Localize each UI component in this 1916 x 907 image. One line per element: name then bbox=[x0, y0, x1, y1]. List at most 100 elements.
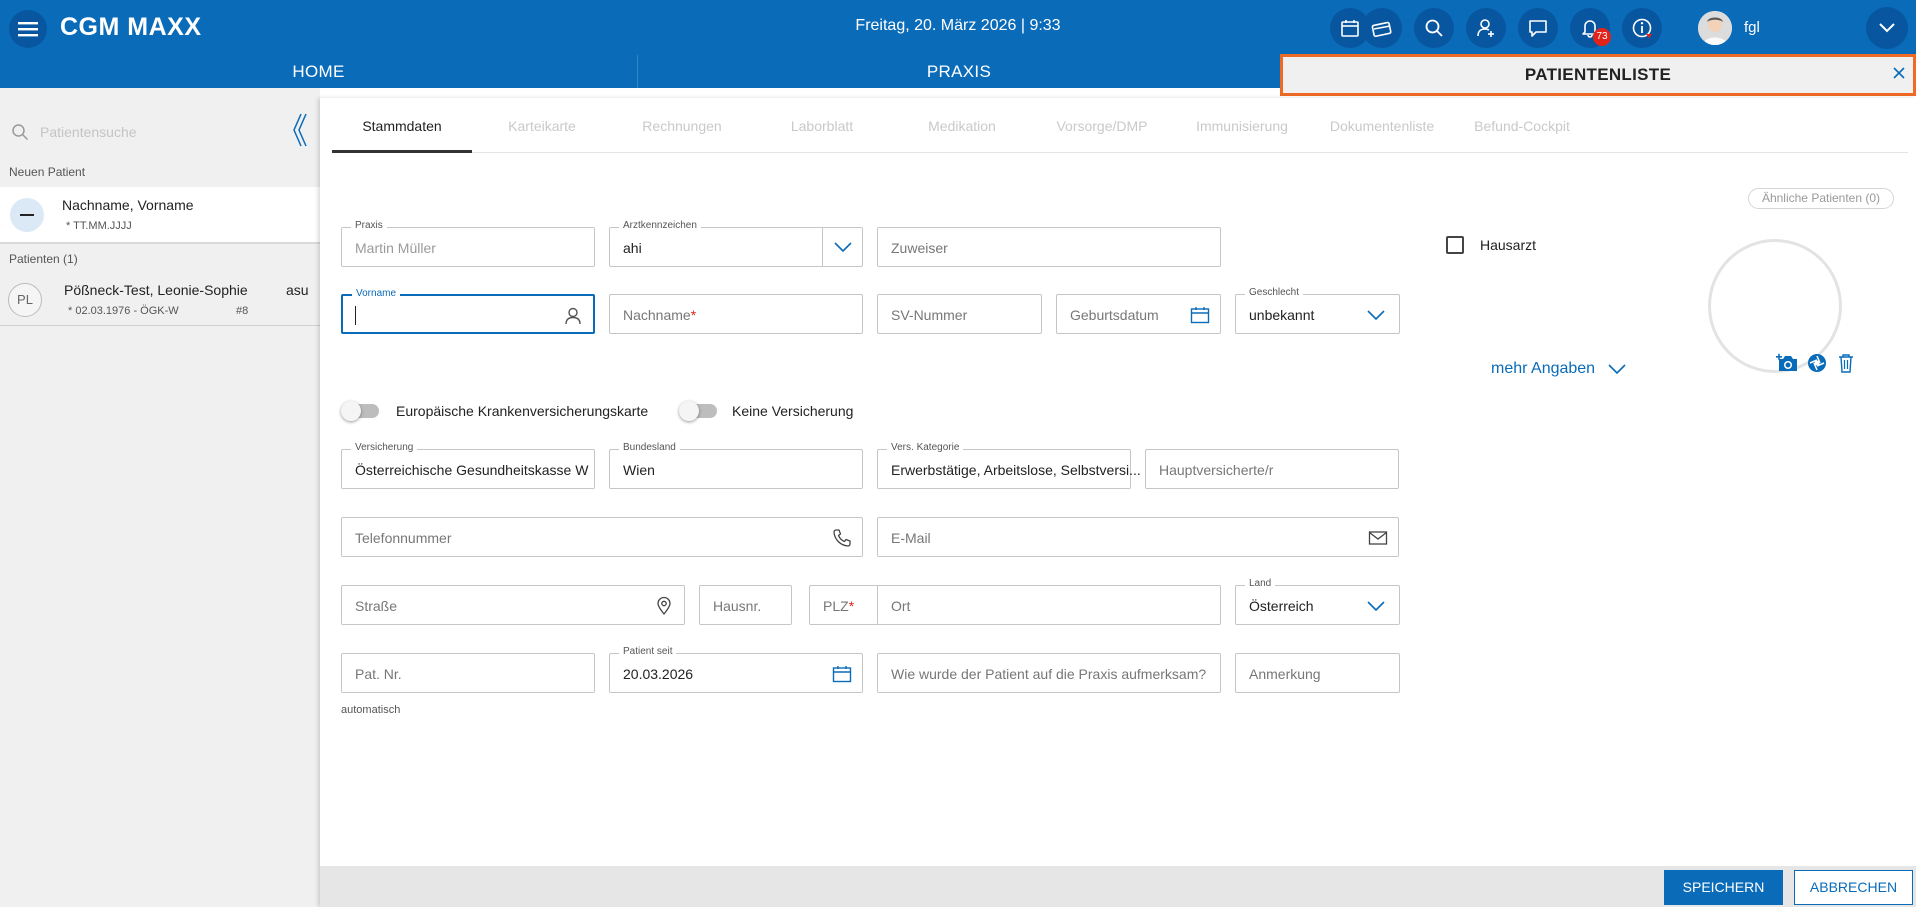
geburtsdatum-field[interactable]: Geburtsdatum bbox=[1056, 294, 1221, 334]
add-user-icon bbox=[1477, 19, 1494, 37]
search-icon bbox=[1425, 19, 1443, 37]
hausarzt-checkbox[interactable] bbox=[1446, 236, 1464, 254]
app-logo: CGM MAXX bbox=[60, 13, 202, 41]
similar-patients-button[interactable]: Ähnliche Patienten (0) bbox=[1748, 188, 1894, 209]
patient-list-item[interactable]: PL Pößneck-Test, Leonie-Sophie * 02.03.1… bbox=[0, 274, 320, 326]
patient-initials-avatar: PL bbox=[8, 283, 42, 317]
patient-seit-field[interactable]: Patient seit 20.03.2026 bbox=[609, 646, 863, 693]
strasse-placeholder: Straße bbox=[355, 598, 398, 614]
user-avatar[interactable] bbox=[1698, 11, 1732, 45]
tab-vorsorge-dmp[interactable]: Vorsorge/DMP bbox=[1032, 118, 1172, 134]
zuweiser-field[interactable]: Zuweiser bbox=[877, 227, 1221, 267]
ort-placeholder: Ort bbox=[891, 598, 911, 614]
tab-rechnungen[interactable]: Rechnungen bbox=[612, 118, 752, 134]
card-reader-button[interactable] bbox=[1362, 8, 1402, 48]
anmerkung-field[interactable]: Anmerkung bbox=[1235, 653, 1400, 693]
chevron-down-icon[interactable] bbox=[1367, 310, 1385, 320]
cancel-button[interactable]: ABBRECHEN bbox=[1794, 870, 1913, 905]
new-patient-item[interactable]: Nachname, Vorname * TT.MM.JJJJ bbox=[0, 187, 320, 244]
info-button[interactable] bbox=[1622, 8, 1662, 48]
save-button[interactable]: SPEICHERN bbox=[1664, 870, 1783, 905]
close-tab-button[interactable] bbox=[1887, 58, 1911, 88]
hausarzt-label: Hausarzt bbox=[1480, 237, 1537, 253]
calendar-icon bbox=[1341, 20, 1359, 37]
search-icon bbox=[12, 124, 29, 141]
chevron-down-icon bbox=[1607, 364, 1626, 374]
telefon-field[interactable]: Telefonnummer bbox=[341, 517, 863, 557]
bundesland-field[interactable]: Bundesland Wien bbox=[609, 442, 863, 489]
praxis-field[interactable]: Praxis Martin Müller bbox=[341, 220, 595, 267]
vers-kategorie-value: Erwerbstätige, Arbeitslose, Selbstversi.… bbox=[891, 462, 1141, 478]
hausnr-field[interactable]: Hausnr. bbox=[699, 585, 792, 625]
geschlecht-select[interactable]: Geschlecht unbekannt bbox=[1235, 287, 1400, 334]
chat-icon bbox=[1529, 20, 1547, 37]
patient-seit-label: Patient seit bbox=[619, 646, 677, 657]
username[interactable]: fgl bbox=[1744, 19, 1760, 36]
phone-icon[interactable] bbox=[832, 528, 852, 548]
chevron-down-icon bbox=[833, 242, 852, 252]
arztkennzeichen-value: ahi bbox=[623, 240, 642, 256]
camera-shutter-icon[interactable] bbox=[1807, 353, 1827, 373]
arztkennzeichen-select[interactable]: Arztkennzeichen ahi bbox=[609, 220, 863, 267]
tab-praxis[interactable]: PRAXIS bbox=[638, 55, 1280, 88]
vers-kategorie-field[interactable]: Vers. Kategorie Erwerbstätige, Arbeitslo… bbox=[877, 442, 1141, 489]
tab-laborblatt[interactable]: Laborblatt bbox=[752, 118, 892, 134]
search-button[interactable] bbox=[1414, 8, 1454, 48]
versicherung-value: Österreichische Gesundheitskasse W bbox=[355, 462, 589, 478]
sv-nummer-field[interactable]: SV-Nummer bbox=[877, 294, 1042, 334]
aufmerksam-field[interactable]: Wie wurde der Patient auf die Praxis auf… bbox=[877, 653, 1221, 693]
mail-icon[interactable] bbox=[1368, 528, 1388, 548]
calendar-icon[interactable] bbox=[832, 664, 852, 684]
bundesland-label: Bundesland bbox=[619, 442, 680, 453]
tab-medikation[interactable]: Medikation bbox=[892, 118, 1032, 134]
vorname-field[interactable]: Vorname bbox=[341, 288, 595, 334]
praxis-label: Praxis bbox=[351, 220, 387, 231]
ort-field[interactable]: Ort bbox=[877, 585, 1221, 625]
tab-patientenliste[interactable]: PATIENTENLISTE bbox=[1280, 54, 1916, 96]
calendar-icon[interactable] bbox=[1190, 305, 1210, 325]
add-photo-icon[interactable] bbox=[1776, 353, 1798, 373]
land-select[interactable]: Land Österreich bbox=[1235, 578, 1400, 625]
mehr-angaben-toggle[interactable]: mehr Angaben bbox=[1491, 360, 1626, 378]
patient-search-input[interactable]: Patientensuche bbox=[40, 124, 137, 140]
arztkennzeichen-dropdown-button[interactable] bbox=[822, 228, 862, 266]
tab-immunisierung[interactable]: Immunisierung bbox=[1172, 118, 1312, 134]
chevron-down-icon[interactable] bbox=[1367, 601, 1385, 611]
tab-stammdaten[interactable]: Stammdaten bbox=[332, 118, 472, 134]
pat-nr-placeholder: Pat. Nr. bbox=[355, 666, 402, 682]
tab-dokumentenliste[interactable]: Dokumentenliste bbox=[1312, 118, 1452, 134]
versicherung-field[interactable]: Versicherung Österreichische Gesundheits… bbox=[341, 442, 595, 489]
geschlecht-label: Geschlecht bbox=[1245, 287, 1304, 298]
keine-versicherung-label: Keine Versicherung bbox=[732, 403, 854, 419]
location-pin-icon[interactable] bbox=[654, 596, 674, 616]
tab-home[interactable]: HOME bbox=[0, 55, 638, 88]
collapse-sidebar-icon[interactable] bbox=[290, 112, 310, 148]
aufmerksam-placeholder: Wie wurde der Patient auf die Praxis auf… bbox=[891, 666, 1207, 682]
patient-seit-value: 20.03.2026 bbox=[623, 666, 694, 682]
sv-nummer-placeholder: SV-Nummer bbox=[891, 307, 968, 323]
pat-nr-field[interactable]: Pat. Nr. bbox=[341, 653, 595, 693]
patient-sidebar: Patientensuche Neuen Patient Nachname, V… bbox=[0, 88, 320, 907]
tab-patientenliste-label: PATIENTENLISTE bbox=[1524, 65, 1672, 84]
keine-versicherung-knob bbox=[679, 401, 699, 421]
keine-versicherung-toggle[interactable] bbox=[679, 401, 717, 421]
email-field[interactable]: E-Mail bbox=[877, 517, 1399, 557]
hamburger-menu-button[interactable] bbox=[9, 10, 47, 48]
land-label: Land bbox=[1245, 578, 1276, 589]
user-menu-button[interactable] bbox=[1866, 7, 1908, 49]
nachname-field[interactable]: Nachname* bbox=[609, 294, 863, 334]
tab-karteikarte[interactable]: Karteikarte bbox=[472, 118, 612, 134]
tab-befund-cockpit[interactable]: Befund-Cockpit bbox=[1452, 118, 1592, 134]
patient-search[interactable]: Patientensuche bbox=[0, 110, 320, 152]
trash-icon[interactable] bbox=[1838, 353, 1854, 373]
add-user-button[interactable] bbox=[1466, 8, 1506, 48]
ekvk-toggle[interactable] bbox=[341, 401, 379, 421]
messages-button[interactable] bbox=[1518, 8, 1558, 48]
strasse-field[interactable]: Straße bbox=[341, 585, 685, 625]
info-icon bbox=[1632, 18, 1652, 38]
text-cursor bbox=[355, 306, 356, 325]
hauptversicherte-field[interactable]: Hauptversicherte/r bbox=[1145, 449, 1399, 489]
action-footer: SPEICHERN ABBRECHEN bbox=[320, 866, 1916, 907]
patient-number: #8 bbox=[236, 305, 249, 317]
notifications-button[interactable]: 73 bbox=[1570, 8, 1611, 48]
